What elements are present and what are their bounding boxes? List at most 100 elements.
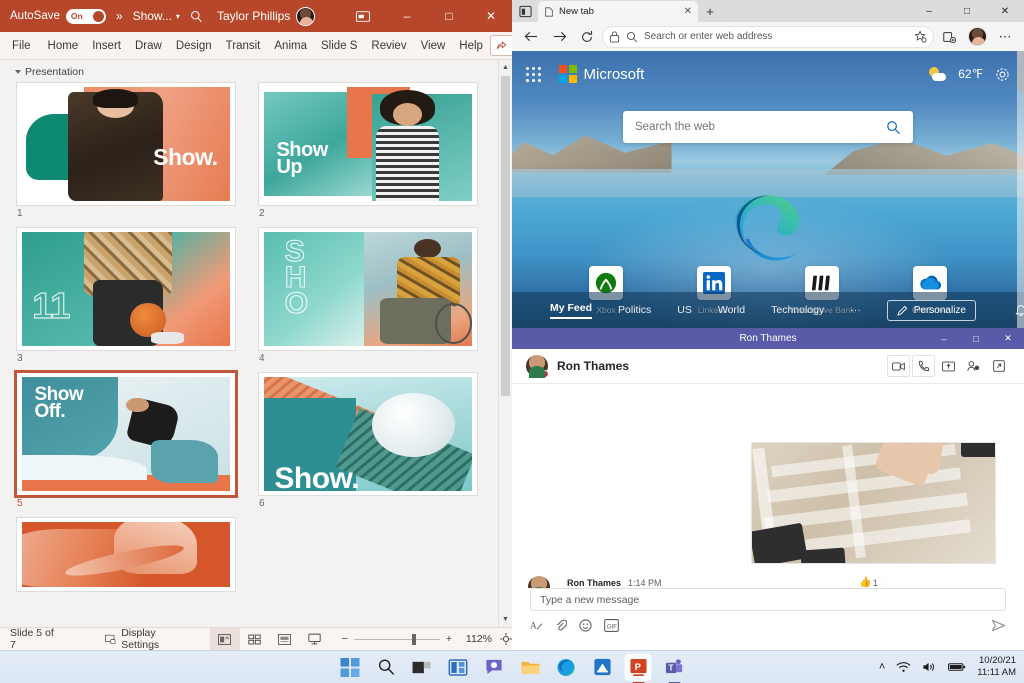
- chat-button[interactable]: [481, 654, 508, 681]
- teams-button[interactable]: T: [661, 654, 688, 681]
- slide-thumbnail-5[interactable]: ShowOff. 5: [16, 372, 236, 509]
- user-name[interactable]: Taylor Phillips: [217, 9, 290, 23]
- zoom-slider-handle[interactable]: [412, 634, 416, 645]
- ribbon-display-options-icon[interactable]: [340, 0, 386, 32]
- ribbon-tab-view[interactable]: View: [414, 32, 453, 60]
- file-explorer-button[interactable]: [517, 654, 544, 681]
- slide-4-canvas[interactable]: SHO: [258, 227, 478, 351]
- battery-icon[interactable]: [948, 662, 966, 672]
- browser-tab[interactable]: New tab ✕: [538, 1, 698, 22]
- thumbnail-scrollbar[interactable]: ▲ ▼: [498, 60, 512, 627]
- attach-icon[interactable]: [555, 619, 567, 632]
- slide-3-canvas[interactable]: 11: [16, 227, 236, 351]
- ribbon-tab-file[interactable]: File: [0, 32, 41, 60]
- send-icon[interactable]: [991, 619, 1006, 632]
- edge-button[interactable]: [553, 654, 580, 681]
- maximize-button[interactable]: □: [428, 0, 470, 32]
- slide-5-canvas[interactable]: ShowOff.: [16, 372, 236, 496]
- powerpoint-button[interactable]: P: [625, 654, 652, 681]
- zoom-level[interactable]: 112%: [458, 633, 492, 645]
- slide-thumbnail-7[interactable]: [16, 517, 236, 592]
- video-call-icon[interactable]: [887, 355, 910, 377]
- teams-maximize-button[interactable]: □: [960, 328, 992, 349]
- user-avatar[interactable]: [296, 7, 315, 26]
- personalize-button[interactable]: Personalize: [887, 300, 976, 321]
- ribbon-tab-transitions[interactable]: Transit: [219, 32, 268, 60]
- message-reaction[interactable]: 👍 1: [859, 577, 877, 588]
- profile-avatar[interactable]: [964, 25, 990, 49]
- slide-6-canvas[interactable]: Show.: [258, 372, 478, 496]
- feed-tab-my-feed[interactable]: My Feed: [550, 302, 592, 319]
- close-button[interactable]: ✕: [470, 0, 512, 32]
- tab-actions-icon[interactable]: [512, 0, 538, 22]
- minimize-button[interactable]: –: [386, 0, 428, 32]
- edge-maximize-button[interactable]: □: [948, 0, 986, 22]
- slide-thumbnail-1[interactable]: Show. 1: [16, 82, 236, 219]
- collapse-arrow-icon[interactable]: [15, 70, 21, 74]
- new-tab-button[interactable]: +: [698, 2, 722, 22]
- autosave-toggle[interactable]: On: [66, 9, 106, 24]
- search-icon[interactable]: [190, 10, 203, 23]
- share-icon[interactable]: [490, 35, 512, 56]
- slide-thumbnail-4[interactable]: SHO 4: [258, 227, 478, 364]
- ribbon-tab-review[interactable]: Reviev: [364, 32, 413, 60]
- feed-more-icon[interactable]: ···: [850, 304, 861, 316]
- ribbon-tab-slide-show[interactable]: Slide S: [314, 32, 364, 60]
- normal-view-button[interactable]: [210, 628, 240, 651]
- forward-arrow-icon[interactable]: [546, 25, 572, 49]
- slide-thumbnail-2[interactable]: ShowUp 2: [258, 82, 478, 219]
- partly-cloudy-icon[interactable]: [929, 67, 946, 81]
- fit-to-window-icon[interactable]: [500, 633, 512, 645]
- section-header[interactable]: Presentation: [0, 60, 512, 82]
- emoji-icon[interactable]: [579, 619, 592, 632]
- wifi-icon[interactable]: [896, 661, 911, 673]
- back-arrow-icon[interactable]: [518, 25, 544, 49]
- feed-tab-world[interactable]: World: [718, 304, 745, 316]
- ribbon-tab-draw[interactable]: Draw: [128, 32, 169, 60]
- page-settings-gear-icon[interactable]: [995, 67, 1010, 82]
- teams-close-button[interactable]: ✕: [992, 328, 1024, 349]
- microsoft-logo[interactable]: Microsoft: [559, 65, 644, 83]
- task-view-button[interactable]: [409, 654, 436, 681]
- slide-1-canvas[interactable]: Show.: [16, 82, 236, 206]
- slide-sorter-view-button[interactable]: [240, 628, 270, 651]
- refresh-icon[interactable]: [574, 25, 600, 49]
- clock[interactable]: 10/20/21 11:11 AM: [977, 655, 1016, 679]
- giphy-icon[interactable]: GIF: [604, 619, 619, 632]
- weather-temperature[interactable]: 62℉: [958, 67, 983, 81]
- chevron-double-right-icon[interactable]: »: [116, 9, 123, 23]
- feed-tab-us[interactable]: US: [677, 304, 692, 316]
- architecture-model-photo[interactable]: [751, 442, 996, 564]
- show-hidden-icons-button[interactable]: ˄: [879, 661, 885, 673]
- slide-2-canvas[interactable]: ShowUp: [258, 82, 478, 206]
- slide-thumbnail-6[interactable]: Show. 6: [258, 372, 478, 509]
- scroll-up-arrow-icon[interactable]: ▲: [499, 60, 512, 75]
- ribbon-tab-design[interactable]: Design: [169, 32, 219, 60]
- zoom-in-button[interactable]: +: [446, 633, 452, 645]
- display-settings-button[interactable]: Display Settings: [105, 627, 188, 650]
- page-scrollbar[interactable]: [1017, 51, 1024, 328]
- scrollbar-thumb[interactable]: [501, 76, 510, 396]
- search-icon[interactable]: [886, 120, 901, 135]
- scroll-down-arrow-icon[interactable]: ▼: [499, 612, 512, 627]
- ribbon-tab-help[interactable]: Help: [452, 32, 490, 60]
- slide-7-canvas[interactable]: [16, 517, 236, 592]
- ribbon-tab-home[interactable]: Home: [41, 32, 86, 60]
- zoom-control[interactable]: − + 112%: [342, 633, 492, 645]
- app-launcher-icon[interactable]: [526, 67, 541, 82]
- edge-minimize-button[interactable]: –: [910, 0, 948, 22]
- address-bar[interactable]: Search or enter web address: [602, 26, 934, 48]
- search-input[interactable]: Search the web: [623, 111, 913, 143]
- document-dropdown-icon[interactable]: ▾: [176, 12, 180, 21]
- zoom-slider[interactable]: [354, 639, 440, 640]
- contact-avatar[interactable]: [526, 355, 548, 377]
- teams-minimize-button[interactable]: –: [928, 328, 960, 349]
- start-button[interactable]: [337, 654, 364, 681]
- volume-icon[interactable]: [922, 661, 937, 673]
- screen-share-icon[interactable]: [937, 355, 960, 377]
- scrollbar-thumb[interactable]: [1018, 51, 1023, 91]
- tracking-prevention-icon[interactable]: [609, 31, 620, 43]
- widgets-button[interactable]: [445, 654, 472, 681]
- add-people-icon[interactable]: [962, 355, 985, 377]
- tab-close-icon[interactable]: ✕: [684, 6, 692, 17]
